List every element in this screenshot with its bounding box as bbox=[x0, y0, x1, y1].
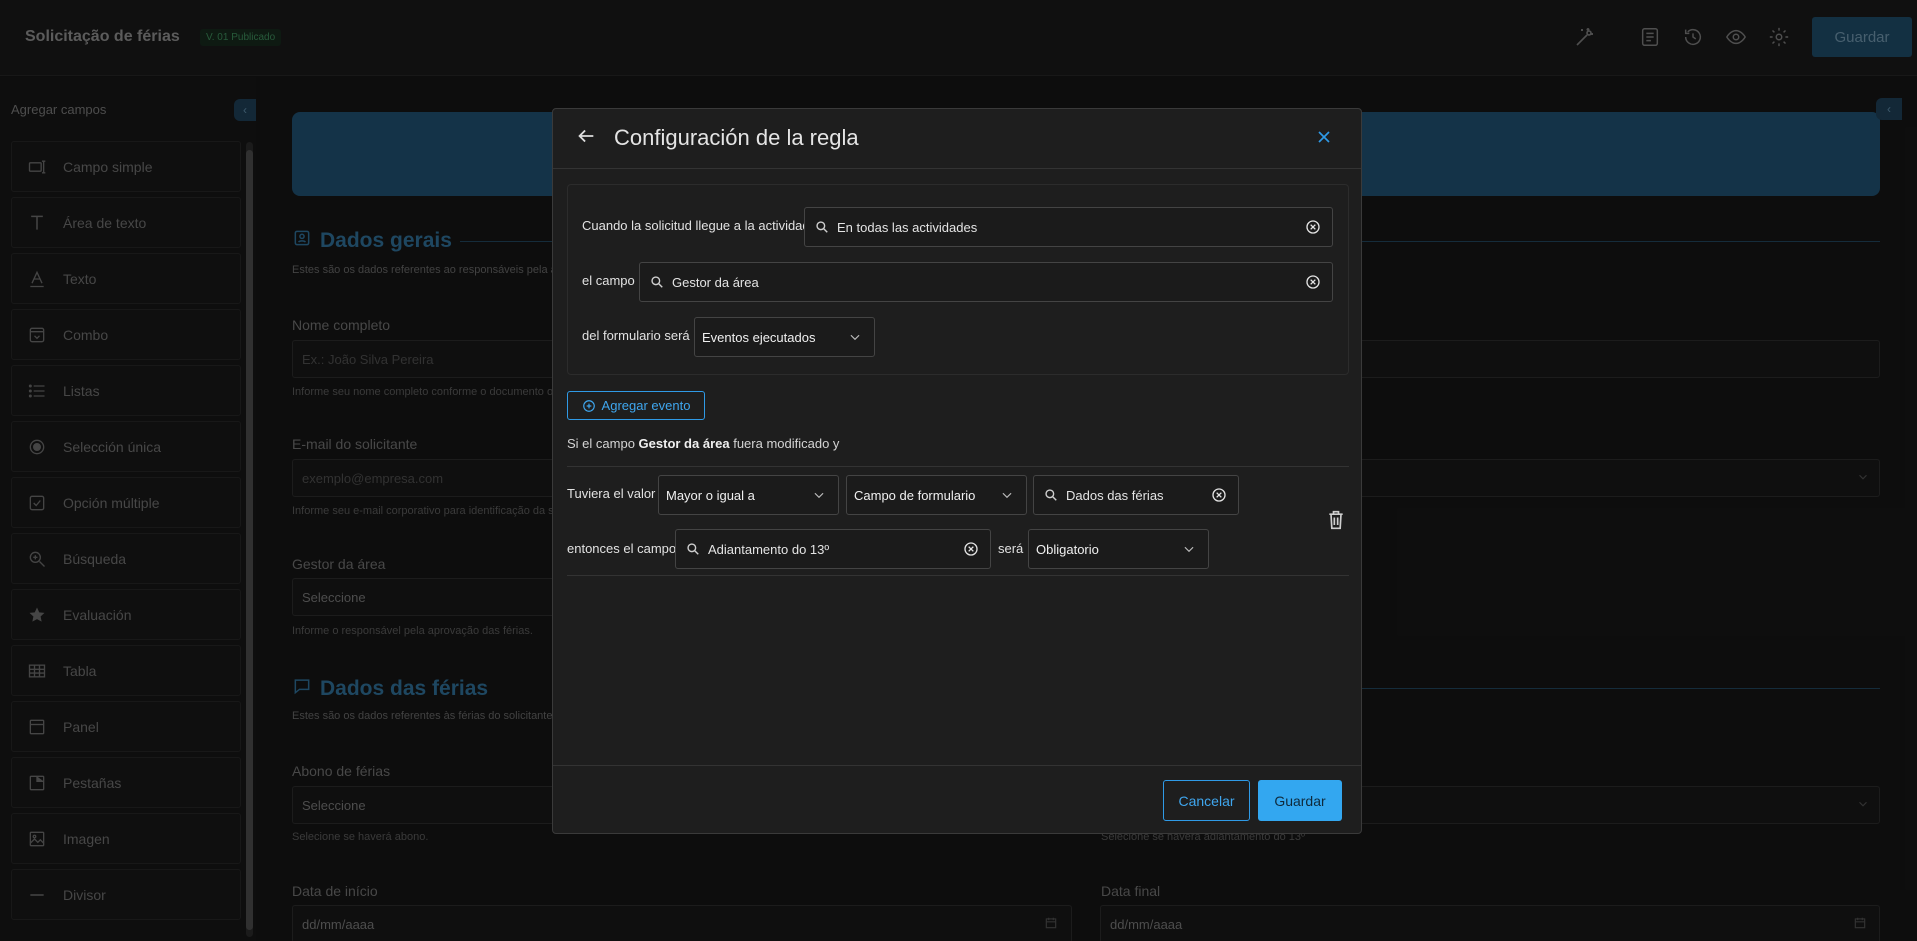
target-field-search-input[interactable]: Adiantamento do 13º bbox=[675, 529, 991, 569]
plus-circle-icon bbox=[582, 399, 596, 413]
search-icon bbox=[815, 220, 829, 234]
rule-config-modal: Configuración de la regla Cuando la soli… bbox=[552, 108, 1362, 834]
sentence-field: Gestor da área bbox=[638, 436, 730, 451]
search-icon bbox=[650, 275, 664, 289]
activity-search-input[interactable]: En todas las actividades bbox=[804, 207, 1333, 247]
source-select[interactable]: Campo de formulario bbox=[846, 475, 1027, 515]
target-field-value: Adiantamento do 13º bbox=[708, 541, 830, 557]
form-label: del formulario será bbox=[582, 328, 690, 343]
clear-circle-icon[interactable] bbox=[1305, 219, 1321, 235]
will-be-label: será bbox=[998, 541, 1024, 556]
field-value: Gestor da área bbox=[672, 274, 759, 290]
sentence-suffix: fuera modificado y bbox=[729, 436, 840, 451]
add-event-label: Agregar evento bbox=[601, 398, 691, 413]
clear-circle-icon[interactable] bbox=[963, 541, 979, 557]
clear-circle-icon[interactable] bbox=[1211, 487, 1227, 503]
modal-header: Configuración de la regla bbox=[553, 109, 1361, 169]
back-arrow-icon[interactable] bbox=[575, 125, 599, 149]
activity-label: Cuando la solicitud llegue a la activida… bbox=[582, 218, 810, 233]
event-type-value: Eventos ejecutados bbox=[702, 329, 816, 345]
divider bbox=[567, 575, 1349, 576]
chevron-down-icon bbox=[848, 330, 862, 344]
state-select[interactable]: Obligatorio bbox=[1028, 529, 1209, 569]
modal-title: Configuración de la regla bbox=[614, 125, 859, 150]
trash-icon[interactable] bbox=[1326, 509, 1346, 531]
source-field-search-input[interactable]: Dados das férias bbox=[1033, 475, 1239, 515]
source-value: Campo de formulario bbox=[854, 487, 976, 503]
operator-select[interactable]: Mayor o igual a bbox=[658, 475, 839, 515]
activity-value: En todas las actividades bbox=[837, 219, 978, 235]
operator-value: Mayor o igual a bbox=[666, 487, 755, 503]
cancel-button[interactable]: Cancelar bbox=[1163, 780, 1250, 821]
close-icon[interactable] bbox=[1314, 127, 1336, 149]
then-label: entonces el campo bbox=[567, 541, 677, 556]
add-event-button[interactable]: Agregar evento bbox=[567, 391, 705, 420]
rule-conditions-box: Cuando la solicitud llegue a la activida… bbox=[567, 184, 1349, 375]
save-button[interactable]: Guardar bbox=[1258, 780, 1342, 821]
value-label: Tuviera el valor bbox=[567, 486, 656, 501]
sentence-prefix: Si el campo bbox=[567, 436, 639, 451]
state-value: Obligatorio bbox=[1036, 541, 1099, 557]
event-type-select[interactable]: Eventos ejecutados bbox=[694, 317, 875, 357]
source-field-value: Dados das férias bbox=[1066, 487, 1164, 503]
field-label: el campo bbox=[582, 273, 635, 288]
chevron-down-icon bbox=[1182, 542, 1196, 556]
divider bbox=[567, 466, 1349, 467]
search-icon bbox=[1044, 488, 1058, 502]
chevron-down-icon bbox=[1000, 488, 1014, 502]
event-sentence: Si el campo Gestor da área fuera modific… bbox=[567, 436, 839, 451]
modal-footer-divider bbox=[553, 765, 1361, 766]
clear-circle-icon[interactable] bbox=[1305, 274, 1321, 290]
chevron-down-icon bbox=[812, 488, 826, 502]
search-icon bbox=[686, 542, 700, 556]
field-search-input[interactable]: Gestor da área bbox=[639, 262, 1333, 302]
